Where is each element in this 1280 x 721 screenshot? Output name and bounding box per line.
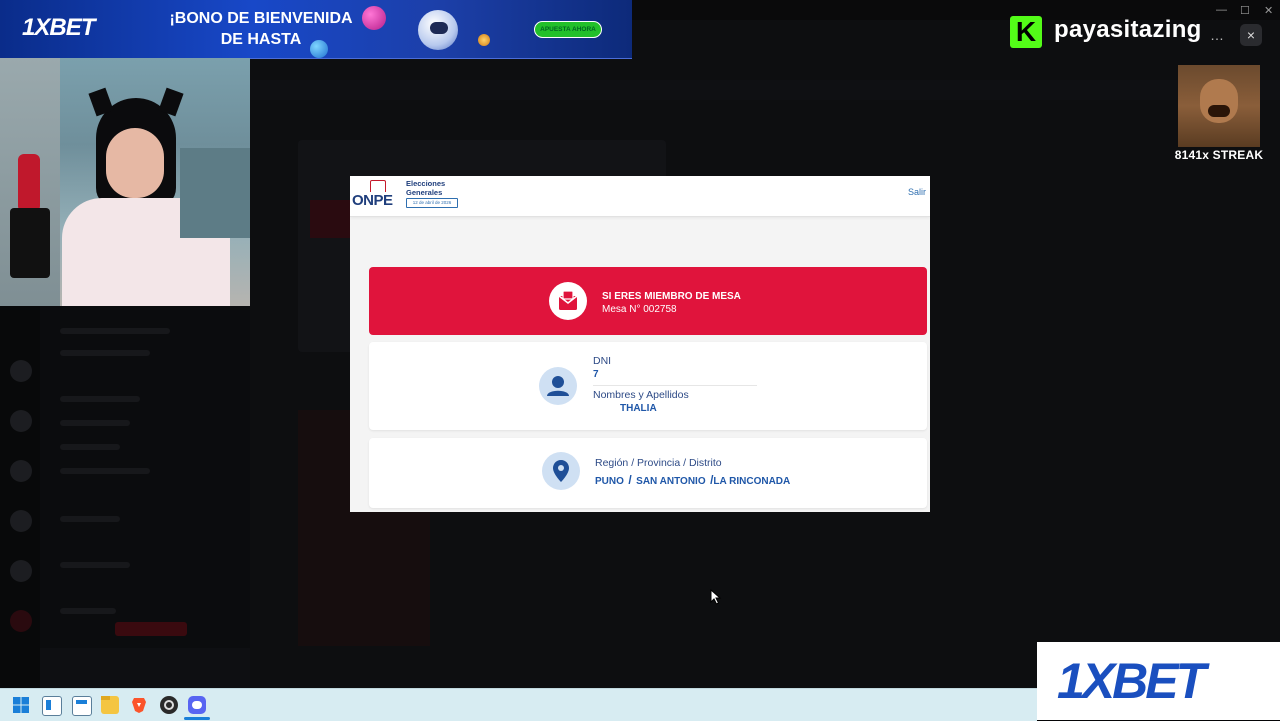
streak-counter: 8141x STREAK bbox=[1174, 148, 1264, 162]
microphone-arm bbox=[10, 208, 50, 278]
ad-brand-logo: 1XBET bbox=[22, 14, 95, 41]
server-icon[interactable] bbox=[10, 510, 32, 532]
discord-icon[interactable] bbox=[188, 696, 206, 714]
election-title: Elecciones Generales bbox=[406, 179, 445, 197]
user-avatar-icon bbox=[539, 367, 577, 405]
district-value: LA RINCONADA bbox=[713, 476, 791, 487]
decor-planet-icon bbox=[362, 6, 386, 30]
obs-icon[interactable] bbox=[160, 696, 178, 714]
dni-label: DNI bbox=[593, 355, 612, 367]
discord-server-list bbox=[0, 300, 40, 688]
server-icon[interactable] bbox=[10, 560, 32, 582]
discord-status-badge bbox=[115, 622, 187, 636]
province-value: SAN ANTONIO bbox=[636, 476, 706, 487]
window-pane bbox=[76, 700, 87, 704]
channel-item[interactable] bbox=[60, 608, 116, 614]
election-title-line-1: Elecciones bbox=[406, 179, 446, 188]
astronaut-visor-icon bbox=[430, 22, 448, 34]
folder-tab bbox=[101, 696, 110, 700]
location-value: PUNO / SAN ANTONIO /LA RINCONADA bbox=[595, 471, 790, 489]
server-icon[interactable] bbox=[10, 610, 32, 632]
ad-brand-logo: 1XBET bbox=[1057, 653, 1206, 709]
obs-ring bbox=[164, 700, 174, 710]
location-pin-icon bbox=[542, 452, 580, 490]
channel-item[interactable] bbox=[60, 444, 120, 450]
location-card: Región / Provincia / Distrito PUNO / SAN… bbox=[369, 438, 927, 508]
window-2-icon[interactable] bbox=[72, 696, 92, 716]
ballot-envelope-icon bbox=[549, 282, 587, 320]
onpe-logo: ONPE bbox=[352, 192, 393, 209]
window-1-icon[interactable] bbox=[42, 696, 62, 716]
windows-taskbar bbox=[0, 688, 1037, 721]
windows-start-icon[interactable] bbox=[12, 696, 30, 714]
name-label: Nombres y Apellidos bbox=[593, 389, 689, 401]
onpe-lookup-modal: ONPE Elecciones Generales 12 de abril de… bbox=[350, 176, 930, 512]
kick-logo-letter: K bbox=[1015, 16, 1037, 47]
channel-item[interactable] bbox=[60, 562, 130, 568]
brave-browser-icon[interactable] bbox=[130, 696, 148, 714]
ad-headline-line-1: ¡BONO DE BIENVENIDA bbox=[169, 10, 353, 27]
identity-card: DNI 7 Nombres y Apellidos THALIA bbox=[369, 342, 927, 430]
discord-embed-thumbnail bbox=[310, 200, 350, 238]
more-options-icon[interactable]: … bbox=[1210, 27, 1224, 43]
location-label: Región / Provincia / Distrito bbox=[595, 457, 722, 469]
streamer-webcam bbox=[0, 58, 250, 306]
election-date-badge: 12 de abril de 2026 bbox=[406, 198, 458, 208]
mesa-member-title: SI ERES MIEMBRO DE MESA bbox=[602, 291, 741, 302]
dni-value: 7 bbox=[593, 369, 599, 380]
name-value: THALIA bbox=[620, 403, 657, 414]
discord-controller bbox=[192, 701, 202, 709]
microphone-icon bbox=[18, 154, 40, 212]
user-panel bbox=[40, 648, 250, 688]
server-icon[interactable] bbox=[10, 410, 32, 432]
logout-link[interactable]: Salir bbox=[908, 187, 926, 197]
channel-name: payasitazing bbox=[1054, 16, 1202, 43]
bottom-advertisement[interactable]: 1XBET bbox=[1037, 642, 1280, 720]
decor-star-icon bbox=[478, 34, 490, 46]
decor-gear-icon bbox=[310, 40, 328, 58]
top-advertisement-banner[interactable]: 1XBET ¡BONO DE BIENVENIDA DE HASTA APUES… bbox=[0, 0, 632, 59]
file-explorer-icon[interactable] bbox=[101, 696, 119, 714]
close-icon[interactable]: × bbox=[1240, 24, 1262, 46]
streamer-face bbox=[106, 128, 164, 198]
server-icon[interactable] bbox=[10, 360, 32, 382]
webcam-chair bbox=[180, 148, 250, 238]
channel-item[interactable] bbox=[60, 468, 150, 474]
channel-item[interactable] bbox=[60, 420, 130, 426]
close-window-button[interactable]: ✕ bbox=[1264, 4, 1273, 17]
mouse-cursor-icon bbox=[710, 588, 722, 610]
onpe-header: ONPE Elecciones Generales 12 de abril de… bbox=[350, 176, 930, 217]
meme-mouth bbox=[1208, 105, 1230, 117]
channel-item[interactable] bbox=[60, 328, 170, 334]
ad-headline: ¡BONO DE BIENVENIDA DE HASTA bbox=[166, 8, 356, 50]
mesa-member-card[interactable]: SI ERES MIEMBRO DE MESA Mesa N° 002758 bbox=[369, 267, 927, 335]
window-pane bbox=[46, 700, 51, 710]
field-divider bbox=[593, 385, 757, 386]
channel-item[interactable] bbox=[60, 396, 140, 402]
channel-item[interactable] bbox=[60, 516, 120, 522]
bet-now-button[interactable]: APUESTA AHORA bbox=[534, 21, 602, 38]
minimize-window-button[interactable]: — bbox=[1216, 4, 1227, 16]
mesa-number: Mesa N° 002758 bbox=[602, 304, 677, 315]
separator: / bbox=[628, 473, 632, 487]
region-value: PUNO bbox=[595, 476, 624, 487]
discord-notice-strip bbox=[250, 80, 1280, 100]
election-title-line-2: Generales bbox=[406, 188, 443, 197]
channel-item[interactable] bbox=[60, 350, 150, 356]
onpe-ballot-box-icon bbox=[370, 180, 386, 192]
maximize-window-button[interactable]: ☐ bbox=[1240, 4, 1250, 17]
server-icon[interactable] bbox=[10, 460, 32, 482]
streak-meme-image bbox=[1178, 65, 1260, 147]
